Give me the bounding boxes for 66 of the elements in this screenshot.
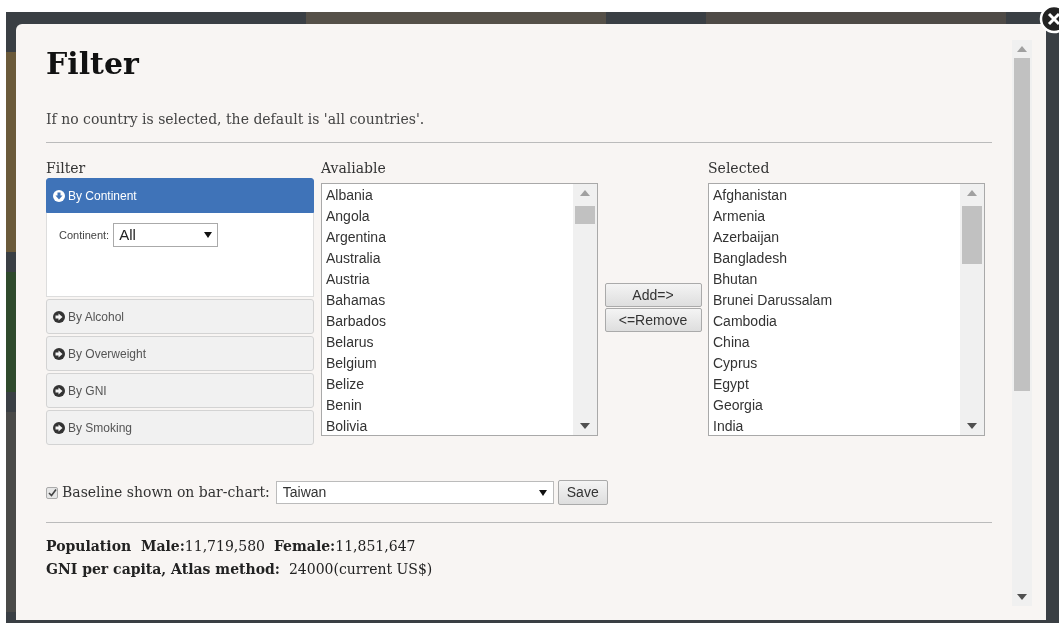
transfer-button[interactable]: Add=>	[604, 283, 702, 307]
down-arrow-icon[interactable]	[580, 423, 590, 429]
list-option[interactable]: Bahamas	[326, 290, 573, 311]
country-list[interactable]: Albania Angola Argentina Australia Austria Bahamas Barbados Belarus Belgium Belize Benin Bolivia	[321, 183, 598, 436]
list-option[interactable]: Angola	[326, 206, 573, 227]
info-line: Population Male:11,719,580 Female:11,851,647	[46, 537, 417, 556]
list-option[interactable]: Belize	[326, 374, 573, 395]
right-arrow-icon	[53, 421, 65, 434]
check-icon	[47, 488, 57, 497]
right-arrow-icon	[53, 310, 65, 323]
scrollbar-thumb[interactable]	[575, 206, 595, 224]
list-option[interactable]: Belgium	[326, 353, 573, 374]
list-option[interactable]: Cyprus	[713, 353, 960, 374]
save-button[interactable]: Save	[557, 480, 608, 505]
filter-note: If no country is selected, the default is 'all countries'.	[46, 110, 426, 129]
up-arrow-icon[interactable]	[580, 190, 590, 196]
down-arrow-icon[interactable]	[967, 423, 977, 429]
scrollbar-thumb[interactable]	[1014, 58, 1030, 391]
right-arrow-icon	[53, 347, 65, 360]
caret-icon	[538, 489, 547, 496]
list-option[interactable]: Belarus	[326, 332, 573, 353]
baseline-dropdown[interactable]: Taiwan	[275, 481, 554, 504]
down-arrow-icon[interactable]	[1017, 594, 1027, 600]
column-heading: Selected	[708, 159, 771, 178]
scrollbar[interactable]	[960, 184, 984, 435]
up-arrow-icon[interactable]	[1017, 46, 1027, 52]
list-option[interactable]: Benin	[326, 395, 573, 416]
list-option[interactable]: India	[713, 416, 960, 435]
scrollbar-thumb[interactable]	[962, 206, 982, 264]
caret-icon	[204, 232, 213, 238]
accordion-header[interactable]: By Smoking	[46, 410, 314, 445]
list-option[interactable]: Armenia	[713, 206, 960, 227]
list-option[interactable]: Barbados	[326, 311, 573, 332]
list-option[interactable]: Egypt	[713, 374, 960, 395]
list-option[interactable]: Austria	[326, 269, 573, 290]
up-arrow-icon[interactable]	[967, 190, 977, 196]
list-option[interactable]: Azerbaijan	[713, 227, 960, 248]
continent-dropdown[interactable]: All	[113, 223, 219, 247]
field-label: Continent:	[59, 228, 110, 243]
list-option[interactable]: Brunei Darussalam	[713, 290, 960, 311]
column-heading: Filter	[46, 159, 87, 178]
accordion-header[interactable]: By GNI	[46, 373, 314, 408]
list-option[interactable]: Australia	[326, 248, 573, 269]
list-option[interactable]: Albania	[326, 185, 573, 206]
dialog-scrollbar[interactable]	[1012, 40, 1032, 606]
list-option[interactable]: Cambodia	[713, 311, 960, 332]
accordion-header[interactable]: By Continent	[46, 178, 314, 213]
list-option[interactable]: Afghanistan	[713, 185, 960, 206]
list-option[interactable]: Georgia	[713, 395, 960, 416]
scrollbar[interactable]	[573, 184, 597, 435]
list-option[interactable]: Bhutan	[713, 269, 960, 290]
down-arrow-icon	[53, 189, 65, 202]
country-list[interactable]: Afghanistan Armenia Azerbaijan Bangladesh Bhutan Brunei Darussalam Cambodia China Cyprus Egypt Georgia India	[708, 183, 985, 436]
list-option[interactable]: Bolivia	[326, 416, 573, 435]
info-line: GNI per capita, Atlas method: 24000(current US$)	[46, 560, 434, 579]
accordion-header[interactable]: By Overweight	[46, 336, 314, 371]
list-option[interactable]: China	[713, 332, 960, 353]
transfer-button[interactable]: <=Remove	[604, 308, 702, 332]
baseline-label: Baseline shown on bar-chart:	[62, 483, 270, 502]
accordion-header[interactable]: By Alcohol	[46, 299, 314, 334]
right-arrow-icon	[53, 384, 65, 397]
column-heading: Avaliable	[321, 159, 387, 178]
dialog-title: Filter	[46, 45, 140, 83]
list-option[interactable]: Argentina	[326, 227, 573, 248]
list-option[interactable]: Bangladesh	[713, 248, 960, 269]
baseline-checkbox[interactable]	[46, 486, 58, 499]
